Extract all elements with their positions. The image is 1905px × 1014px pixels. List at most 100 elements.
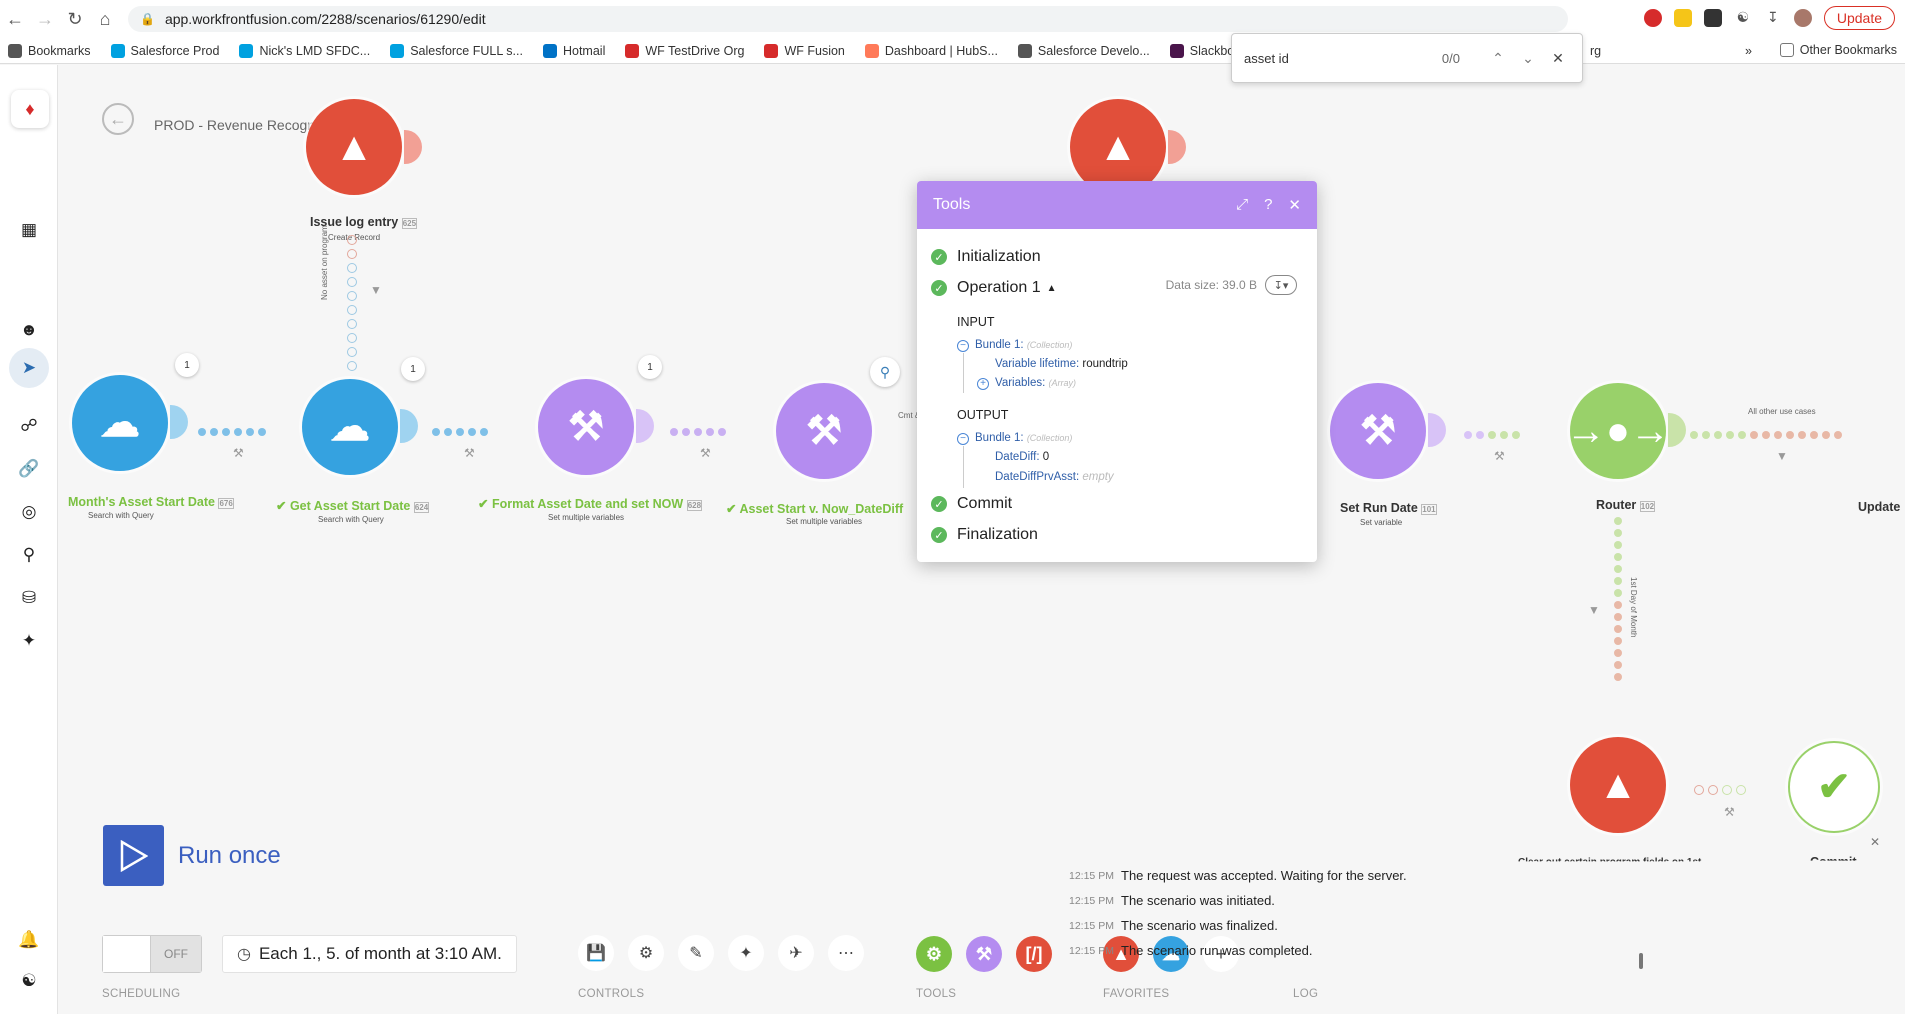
tools-node[interactable]: ⚒ [1330, 383, 1426, 479]
log-scrollbar[interactable] [1639, 953, 1643, 969]
webhooks-globe-icon[interactable]: ◎ [14, 497, 44, 527]
update-button[interactable]: Update [1823, 6, 1895, 30]
wrench-icon[interactable]: ⚒ [233, 446, 244, 460]
notifications-bell-icon[interactable]: 🔔 [14, 925, 44, 955]
operation-count-badge[interactable]: 1 [175, 353, 199, 377]
salesforce-node[interactable]: ☁ [302, 379, 398, 475]
tools-node[interactable]: ⚒ [776, 383, 872, 479]
help-icon[interactable]: ? [1264, 196, 1272, 214]
collapse-icon[interactable]: − [957, 340, 969, 352]
close-icon[interactable]: ✕ [1870, 835, 1880, 849]
issue-log-node[interactable]: ▲ [306, 99, 402, 195]
download-icon[interactable]: ↧▾ [1265, 275, 1297, 295]
connections-link-icon[interactable]: 🔗 [14, 454, 44, 484]
organization-icon[interactable]: ▦ [14, 215, 44, 245]
extension-icon[interactable] [1673, 9, 1692, 27]
bookmark-item[interactable]: rg [1590, 44, 1601, 58]
puzzle-icon[interactable]: ☯ [1734, 9, 1752, 27]
bookmark-item[interactable]: Slackbo [1169, 43, 1234, 58]
search-icon[interactable]: ⚲ [870, 357, 900, 387]
bookmark-item[interactable]: WF Fusion [764, 43, 845, 58]
filter-icon[interactable]: ▼ [370, 283, 382, 297]
initialization-row[interactable]: ✓ Initialization [931, 248, 1041, 266]
gear-icon[interactable]: ⚙ [628, 935, 664, 971]
find-next-icon[interactable]: ⌄ [1516, 50, 1540, 67]
address-bar[interactable]: 🔒 app.workfrontfusion.com/2288/scenarios… [128, 6, 1568, 32]
extension-icon[interactable] [1703, 9, 1722, 27]
schedule-setting[interactable]: ◷ Each 1., 5. of month at 3:10 AM. [222, 935, 517, 973]
download-icon[interactable]: ↧ [1764, 9, 1782, 27]
input-bundle[interactable]: − Bundle 1: (Collection) [957, 339, 1072, 352]
bookmark-item[interactable]: Salesforce FULL s... [390, 43, 523, 58]
expand-plus-icon[interactable]: + [977, 378, 989, 390]
tools-node[interactable]: ⚒ [538, 379, 634, 475]
wrench-icon[interactable]: ⚒ [464, 446, 475, 460]
bookmark-item[interactable]: WF TestDrive Org [625, 43, 744, 58]
input-section-label: INPUT [957, 315, 995, 329]
close-icon[interactable]: ✕ [1288, 196, 1301, 214]
node-ear [1668, 413, 1686, 447]
find-input[interactable]: asset id [1244, 51, 1289, 66]
other-bookmarks[interactable]: Other Bookmarks [1779, 43, 1897, 57]
router-node[interactable]: →●→ [1566, 383, 1670, 479]
connection-path [432, 428, 488, 436]
operation-count-badge[interactable]: 1 [638, 355, 662, 379]
operation-count-badge[interactable]: 1 [401, 357, 425, 381]
output-bundle[interactable]: − Bundle 1: (Collection) [957, 432, 1072, 445]
bookmark-label: Hotmail [562, 43, 606, 58]
close-icon[interactable]: ✕ [1546, 50, 1570, 67]
templates-icon[interactable]: ☍ [14, 411, 44, 441]
wrench-icon[interactable]: ⚒ [700, 446, 711, 460]
operation-row[interactable]: ✓ Operation 1 ▲ [931, 279, 1057, 297]
back-arrow-icon[interactable]: ← [102, 103, 134, 135]
tools-wrench-icon[interactable]: ⚒ [966, 936, 1002, 972]
text-parser-icon[interactable]: [/] [1016, 936, 1052, 972]
commit-row[interactable]: ✓ Commit [931, 495, 1012, 513]
explain-flow-plane-icon[interactable]: ✈ [778, 935, 814, 971]
flow-control-gear-icon[interactable]: ⚙ [916, 936, 952, 972]
panel-title: Tools [933, 196, 971, 213]
overflow-chevron-icon[interactable]: » [1745, 44, 1752, 58]
wrench-icon[interactable]: ⚒ [1724, 805, 1735, 819]
finalization-row[interactable]: ✓ Finalization [931, 526, 1038, 544]
data-stores-icon[interactable]: ⛁ [14, 583, 44, 613]
collapse-icon[interactable]: − [957, 433, 969, 445]
node-ear [1428, 413, 1446, 447]
bookmark-item[interactable]: Salesforce Develo... [1017, 43, 1150, 58]
workfront-logo-icon[interactable]: ♦ [11, 90, 49, 128]
home-icon[interactable]: ⌂ [90, 4, 120, 34]
team-icon[interactable]: ☻ [14, 315, 44, 345]
profile-avatar[interactable] [1793, 9, 1812, 27]
back-arrow-icon[interactable]: ← [0, 4, 30, 34]
favicon-icon [1017, 43, 1032, 58]
lock-icon: 🔒 [140, 12, 155, 26]
forward-arrow-icon[interactable]: → [30, 4, 60, 34]
workfront-node[interactable]: ▲ [1570, 737, 1666, 833]
salesforce-node[interactable]: ☁ [72, 375, 168, 471]
run-once-button[interactable] [103, 825, 164, 886]
save-icon[interactable]: 💾 [578, 935, 614, 971]
filter-icon[interactable]: ▼ [1776, 449, 1788, 463]
commit-node[interactable]: ✔ [1788, 741, 1880, 833]
bookmark-item[interactable]: Salesforce Prod [110, 43, 219, 58]
more-icon[interactable]: ⋯ [828, 935, 864, 971]
user-profile-icon[interactable]: ☯ [14, 966, 44, 996]
notes-icon[interactable]: ✎ [678, 935, 714, 971]
extension-icon[interactable] [1643, 9, 1662, 27]
keys-icon[interactable]: ⚲ [14, 540, 44, 570]
scheduling-toggle[interactable]: OFF [102, 935, 202, 973]
reload-icon[interactable]: ↻ [60, 4, 90, 34]
auto-align-wand-icon[interactable]: ✦ [728, 935, 764, 971]
variables-item[interactable]: + Variables: (Array) [977, 377, 1076, 390]
bookmark-item[interactable]: Dashboard | HubS... [864, 43, 998, 58]
bookmarks-star-item[interactable]: Bookmarks [8, 43, 91, 58]
find-prev-icon[interactable]: ⌃ [1486, 50, 1510, 67]
bookmark-item[interactable]: Nick's LMD SFDC... [239, 43, 370, 58]
run-once-label[interactable]: Run once [178, 842, 281, 870]
filter-icon[interactable]: ▼ [1588, 603, 1600, 617]
bookmark-item[interactable]: Hotmail [542, 43, 606, 58]
wrench-icon[interactable]: ⚒ [1494, 449, 1505, 463]
scenarios-share-icon[interactable]: ➤ [9, 348, 49, 388]
devices-icon[interactable]: ✦ [14, 626, 44, 656]
expand-icon[interactable]: ⤢ [1236, 196, 1248, 214]
